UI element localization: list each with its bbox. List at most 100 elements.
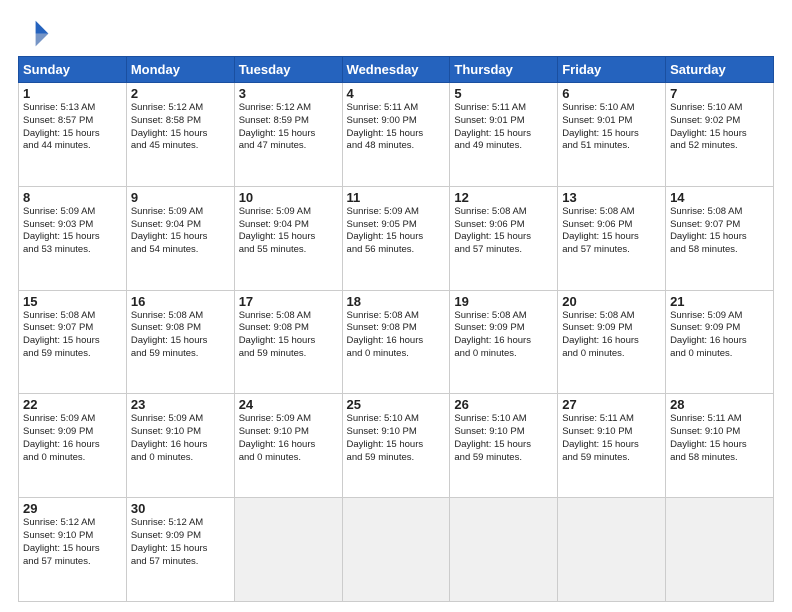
day-info: Sunrise: 5:09 AM Sunset: 9:04 PM Dayligh… bbox=[239, 206, 338, 257]
calendar-cell: 19Sunrise: 5:08 AM Sunset: 9:09 PM Dayli… bbox=[450, 290, 558, 394]
day-number: 2 bbox=[131, 86, 230, 101]
calendar-cell: 28Sunrise: 5:11 AM Sunset: 9:10 PM Dayli… bbox=[666, 394, 774, 498]
calendar-table: SundayMondayTuesdayWednesdayThursdayFrid… bbox=[18, 56, 774, 602]
calendar-cell: 24Sunrise: 5:09 AM Sunset: 9:10 PM Dayli… bbox=[234, 394, 342, 498]
top-section bbox=[18, 16, 774, 48]
day-number: 22 bbox=[23, 397, 122, 412]
day-number: 3 bbox=[239, 86, 338, 101]
day-number: 10 bbox=[239, 190, 338, 205]
calendar-cell bbox=[666, 498, 774, 602]
day-number: 24 bbox=[239, 397, 338, 412]
day-number: 6 bbox=[562, 86, 661, 101]
calendar-cell: 11Sunrise: 5:09 AM Sunset: 9:05 PM Dayli… bbox=[342, 186, 450, 290]
day-info: Sunrise: 5:12 AM Sunset: 8:58 PM Dayligh… bbox=[131, 102, 230, 153]
calendar-cell: 23Sunrise: 5:09 AM Sunset: 9:10 PM Dayli… bbox=[126, 394, 234, 498]
calendar-row-3: 15Sunrise: 5:08 AM Sunset: 9:07 PM Dayli… bbox=[19, 290, 774, 394]
day-info: Sunrise: 5:09 AM Sunset: 9:03 PM Dayligh… bbox=[23, 206, 122, 257]
calendar-cell bbox=[342, 498, 450, 602]
day-number: 16 bbox=[131, 294, 230, 309]
calendar-cell: 12Sunrise: 5:08 AM Sunset: 9:06 PM Dayli… bbox=[450, 186, 558, 290]
calendar-cell: 30Sunrise: 5:12 AM Sunset: 9:09 PM Dayli… bbox=[126, 498, 234, 602]
calendar-cell: 10Sunrise: 5:09 AM Sunset: 9:04 PM Dayli… bbox=[234, 186, 342, 290]
weekday-header-tuesday: Tuesday bbox=[234, 57, 342, 83]
calendar-cell: 27Sunrise: 5:11 AM Sunset: 9:10 PM Dayli… bbox=[558, 394, 666, 498]
day-info: Sunrise: 5:08 AM Sunset: 9:06 PM Dayligh… bbox=[562, 206, 661, 257]
day-number: 29 bbox=[23, 501, 122, 516]
day-number: 17 bbox=[239, 294, 338, 309]
day-number: 27 bbox=[562, 397, 661, 412]
day-number: 20 bbox=[562, 294, 661, 309]
weekday-header-saturday: Saturday bbox=[666, 57, 774, 83]
calendar-row-2: 8Sunrise: 5:09 AM Sunset: 9:03 PM Daylig… bbox=[19, 186, 774, 290]
day-info: Sunrise: 5:09 AM Sunset: 9:05 PM Dayligh… bbox=[347, 206, 446, 257]
day-info: Sunrise: 5:12 AM Sunset: 8:59 PM Dayligh… bbox=[239, 102, 338, 153]
day-info: Sunrise: 5:11 AM Sunset: 9:10 PM Dayligh… bbox=[562, 413, 661, 464]
day-info: Sunrise: 5:12 AM Sunset: 9:10 PM Dayligh… bbox=[23, 517, 122, 568]
day-info: Sunrise: 5:08 AM Sunset: 9:09 PM Dayligh… bbox=[562, 310, 661, 361]
day-info: Sunrise: 5:11 AM Sunset: 9:10 PM Dayligh… bbox=[670, 413, 769, 464]
day-number: 23 bbox=[131, 397, 230, 412]
calendar-row-1: 1Sunrise: 5:13 AM Sunset: 8:57 PM Daylig… bbox=[19, 83, 774, 187]
calendar-cell: 29Sunrise: 5:12 AM Sunset: 9:10 PM Dayli… bbox=[19, 498, 127, 602]
calendar-cell: 15Sunrise: 5:08 AM Sunset: 9:07 PM Dayli… bbox=[19, 290, 127, 394]
calendar-cell: 7Sunrise: 5:10 AM Sunset: 9:02 PM Daylig… bbox=[666, 83, 774, 187]
day-info: Sunrise: 5:09 AM Sunset: 9:09 PM Dayligh… bbox=[670, 310, 769, 361]
calendar-cell: 25Sunrise: 5:10 AM Sunset: 9:10 PM Dayli… bbox=[342, 394, 450, 498]
day-number: 15 bbox=[23, 294, 122, 309]
day-number: 13 bbox=[562, 190, 661, 205]
day-info: Sunrise: 5:08 AM Sunset: 9:07 PM Dayligh… bbox=[23, 310, 122, 361]
calendar-cell: 4Sunrise: 5:11 AM Sunset: 9:00 PM Daylig… bbox=[342, 83, 450, 187]
calendar-cell: 14Sunrise: 5:08 AM Sunset: 9:07 PM Dayli… bbox=[666, 186, 774, 290]
weekday-header-row: SundayMondayTuesdayWednesdayThursdayFrid… bbox=[19, 57, 774, 83]
day-number: 21 bbox=[670, 294, 769, 309]
day-number: 8 bbox=[23, 190, 122, 205]
day-info: Sunrise: 5:11 AM Sunset: 9:01 PM Dayligh… bbox=[454, 102, 553, 153]
logo bbox=[18, 16, 54, 48]
calendar-cell: 1Sunrise: 5:13 AM Sunset: 8:57 PM Daylig… bbox=[19, 83, 127, 187]
weekday-header-friday: Friday bbox=[558, 57, 666, 83]
day-info: Sunrise: 5:09 AM Sunset: 9:10 PM Dayligh… bbox=[239, 413, 338, 464]
day-number: 14 bbox=[670, 190, 769, 205]
day-number: 12 bbox=[454, 190, 553, 205]
weekday-header-monday: Monday bbox=[126, 57, 234, 83]
day-info: Sunrise: 5:09 AM Sunset: 9:04 PM Dayligh… bbox=[131, 206, 230, 257]
day-number: 11 bbox=[347, 190, 446, 205]
day-number: 9 bbox=[131, 190, 230, 205]
calendar-cell: 21Sunrise: 5:09 AM Sunset: 9:09 PM Dayli… bbox=[666, 290, 774, 394]
page: SundayMondayTuesdayWednesdayThursdayFrid… bbox=[0, 0, 792, 612]
calendar-cell: 18Sunrise: 5:08 AM Sunset: 9:08 PM Dayli… bbox=[342, 290, 450, 394]
day-info: Sunrise: 5:10 AM Sunset: 9:10 PM Dayligh… bbox=[454, 413, 553, 464]
day-info: Sunrise: 5:12 AM Sunset: 9:09 PM Dayligh… bbox=[131, 517, 230, 568]
day-info: Sunrise: 5:09 AM Sunset: 9:09 PM Dayligh… bbox=[23, 413, 122, 464]
day-number: 1 bbox=[23, 86, 122, 101]
calendar-cell bbox=[234, 498, 342, 602]
day-number: 28 bbox=[670, 397, 769, 412]
day-info: Sunrise: 5:10 AM Sunset: 9:10 PM Dayligh… bbox=[347, 413, 446, 464]
calendar-cell: 16Sunrise: 5:08 AM Sunset: 9:08 PM Dayli… bbox=[126, 290, 234, 394]
calendar-cell: 22Sunrise: 5:09 AM Sunset: 9:09 PM Dayli… bbox=[19, 394, 127, 498]
calendar-row-5: 29Sunrise: 5:12 AM Sunset: 9:10 PM Dayli… bbox=[19, 498, 774, 602]
weekday-header-thursday: Thursday bbox=[450, 57, 558, 83]
day-info: Sunrise: 5:08 AM Sunset: 9:06 PM Dayligh… bbox=[454, 206, 553, 257]
day-number: 7 bbox=[670, 86, 769, 101]
calendar-cell: 3Sunrise: 5:12 AM Sunset: 8:59 PM Daylig… bbox=[234, 83, 342, 187]
calendar-cell: 17Sunrise: 5:08 AM Sunset: 9:08 PM Dayli… bbox=[234, 290, 342, 394]
calendar-cell: 5Sunrise: 5:11 AM Sunset: 9:01 PM Daylig… bbox=[450, 83, 558, 187]
calendar-cell: 9Sunrise: 5:09 AM Sunset: 9:04 PM Daylig… bbox=[126, 186, 234, 290]
day-info: Sunrise: 5:08 AM Sunset: 9:08 PM Dayligh… bbox=[131, 310, 230, 361]
calendar-cell: 6Sunrise: 5:10 AM Sunset: 9:01 PM Daylig… bbox=[558, 83, 666, 187]
day-info: Sunrise: 5:09 AM Sunset: 9:10 PM Dayligh… bbox=[131, 413, 230, 464]
day-info: Sunrise: 5:13 AM Sunset: 8:57 PM Dayligh… bbox=[23, 102, 122, 153]
calendar-cell: 8Sunrise: 5:09 AM Sunset: 9:03 PM Daylig… bbox=[19, 186, 127, 290]
day-info: Sunrise: 5:10 AM Sunset: 9:01 PM Dayligh… bbox=[562, 102, 661, 153]
calendar-row-4: 22Sunrise: 5:09 AM Sunset: 9:09 PM Dayli… bbox=[19, 394, 774, 498]
day-number: 19 bbox=[454, 294, 553, 309]
calendar-cell: 13Sunrise: 5:08 AM Sunset: 9:06 PM Dayli… bbox=[558, 186, 666, 290]
day-info: Sunrise: 5:08 AM Sunset: 9:08 PM Dayligh… bbox=[347, 310, 446, 361]
calendar-cell bbox=[450, 498, 558, 602]
day-info: Sunrise: 5:08 AM Sunset: 9:07 PM Dayligh… bbox=[670, 206, 769, 257]
day-number: 25 bbox=[347, 397, 446, 412]
weekday-header-wednesday: Wednesday bbox=[342, 57, 450, 83]
day-info: Sunrise: 5:11 AM Sunset: 9:00 PM Dayligh… bbox=[347, 102, 446, 153]
day-info: Sunrise: 5:08 AM Sunset: 9:08 PM Dayligh… bbox=[239, 310, 338, 361]
